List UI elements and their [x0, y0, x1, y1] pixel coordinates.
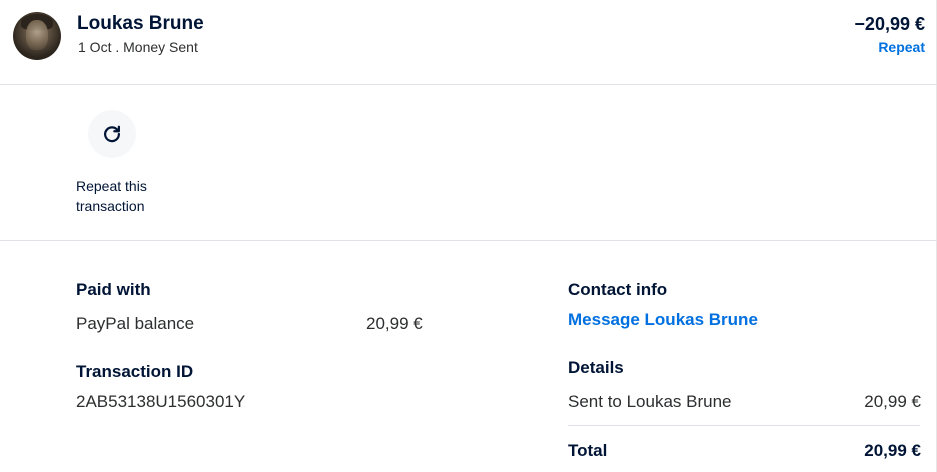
repeat-label-line1: Repeat this	[76, 178, 147, 194]
sent-to-label: Sent to Loukas Brune	[568, 392, 732, 411]
avatar	[13, 12, 61, 60]
repeat-link[interactable]: Repeat	[878, 39, 925, 55]
sent-to-amount: 20,99 €	[864, 392, 921, 411]
transaction-date: 1 Oct	[78, 39, 112, 55]
repeat-transaction-button[interactable]	[88, 110, 136, 158]
transaction-id-heading: Transaction ID	[76, 362, 194, 381]
total-label: Total	[568, 441, 608, 460]
paid-with-heading: Paid with	[76, 280, 151, 299]
actions-section: Repeat this transaction	[0, 85, 937, 241]
payment-amount: 20,99 €	[366, 314, 423, 333]
refresh-icon	[104, 125, 120, 143]
repeat-label-line2: transaction	[76, 198, 145, 214]
subline-separator: .	[115, 39, 120, 55]
details-heading: Details	[568, 358, 624, 377]
avatar-face	[26, 20, 48, 50]
transaction-amount: −20,99 €	[854, 14, 925, 34]
counterparty-name: Loukas Brune	[77, 13, 204, 34]
transaction-header: Loukas Brune 1 Oct . Money Sent −20,99 €…	[0, 0, 937, 85]
message-contact-link[interactable]: Message Loukas Brune	[568, 310, 758, 330]
payment-method: PayPal balance	[76, 314, 195, 333]
details-divider	[568, 425, 920, 426]
contact-info-heading: Contact info	[568, 280, 668, 299]
transaction-id-value: 2AB53138U1560301Y	[76, 392, 246, 411]
transaction-details-panel: Loukas Brune 1 Oct . Money Sent −20,99 €…	[0, 0, 937, 472]
transaction-subline: 1 Oct . Money Sent	[78, 39, 198, 55]
details-section: Paid with PayPal balance 20,99 € Transac…	[0, 241, 937, 472]
repeat-transaction-label: Repeat this transaction	[76, 176, 186, 216]
transaction-type: Money Sent	[123, 39, 198, 55]
total-amount: 20,99 €	[864, 441, 921, 460]
